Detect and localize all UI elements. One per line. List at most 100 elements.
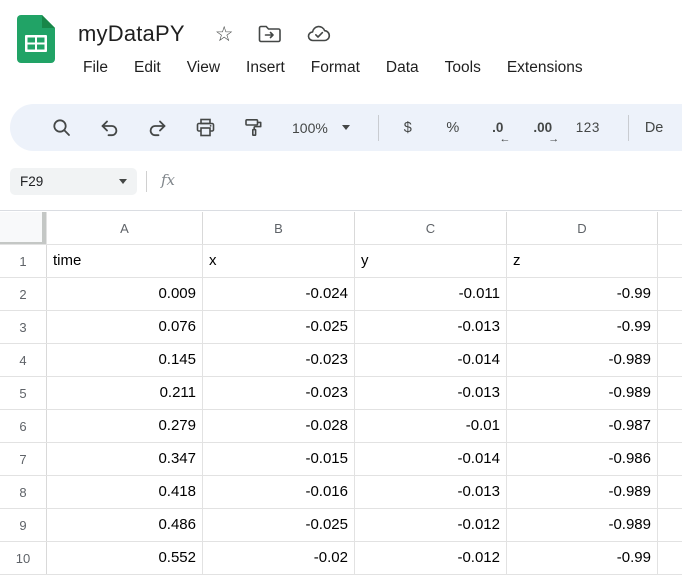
- percent-icon: %: [446, 120, 459, 136]
- cell-E2[interactable]: [658, 278, 682, 310]
- formula-bar-divider: [146, 171, 147, 192]
- cell-C8[interactable]: -0.013: [355, 476, 507, 508]
- row-header-6[interactable]: 6: [0, 410, 47, 442]
- cell-B4[interactable]: -0.023: [203, 344, 355, 376]
- menu-format[interactable]: Format: [298, 54, 373, 82]
- col-header-C[interactable]: C: [355, 212, 507, 244]
- star-icon[interactable]: ☆: [215, 24, 234, 45]
- menu-tools[interactable]: Tools: [432, 54, 494, 82]
- cell-C6[interactable]: -0.01: [355, 410, 507, 442]
- name-box[interactable]: F29: [10, 168, 137, 195]
- fx-icon[interactable]: fx: [161, 171, 175, 189]
- cell-C7[interactable]: -0.014: [355, 443, 507, 475]
- cell-A3[interactable]: 0.076: [47, 311, 203, 343]
- menu-file[interactable]: File: [70, 54, 121, 82]
- cell-D6[interactable]: -0.987: [507, 410, 658, 442]
- row-header-1[interactable]: 1: [0, 245, 47, 277]
- document-title[interactable]: myDataPY: [78, 21, 185, 47]
- decrease-decimal-button[interactable]: .0 ←: [481, 109, 515, 147]
- font-selector[interactable]: De: [645, 120, 664, 136]
- col-header-D[interactable]: D: [507, 212, 658, 244]
- cell-B6[interactable]: -0.028: [203, 410, 355, 442]
- cell-A7[interactable]: 0.347: [47, 443, 203, 475]
- cell-D4[interactable]: -0.989: [507, 344, 658, 376]
- table-row: 3 0.076 -0.025 -0.013 -0.99: [0, 311, 682, 344]
- currency-format-button[interactable]: $: [391, 109, 425, 147]
- menu-edit[interactable]: Edit: [121, 54, 174, 82]
- undo-icon[interactable]: [90, 109, 128, 147]
- table-row: 6 0.279 -0.028 -0.01 -0.987: [0, 410, 682, 443]
- cell-E5[interactable]: [658, 377, 682, 409]
- paint-format-icon[interactable]: [234, 109, 272, 147]
- col-header-A[interactable]: A: [47, 212, 203, 244]
- cell-E10[interactable]: [658, 542, 682, 574]
- row-header-8[interactable]: 8: [0, 476, 47, 508]
- cell-A5[interactable]: 0.211: [47, 377, 203, 409]
- sheets-logo-icon[interactable]: [17, 15, 55, 63]
- menu-view[interactable]: View: [174, 54, 233, 82]
- cell-D5[interactable]: -0.989: [507, 377, 658, 409]
- menu-extensions[interactable]: Extensions: [494, 54, 596, 82]
- cell-E3[interactable]: [658, 311, 682, 343]
- print-icon[interactable]: [186, 109, 224, 147]
- col-header-E[interactable]: [658, 212, 682, 244]
- percent-format-button[interactable]: %: [436, 109, 470, 147]
- number-format-button[interactable]: 123: [571, 109, 605, 147]
- cell-B1[interactable]: x: [203, 245, 355, 277]
- redo-icon[interactable]: [138, 109, 176, 147]
- cell-C3[interactable]: -0.013: [355, 311, 507, 343]
- cell-B8[interactable]: -0.016: [203, 476, 355, 508]
- cell-C9[interactable]: -0.012: [355, 509, 507, 541]
- cell-B3[interactable]: -0.025: [203, 311, 355, 343]
- cell-E6[interactable]: [658, 410, 682, 442]
- cell-C4[interactable]: -0.014: [355, 344, 507, 376]
- menu-insert[interactable]: Insert: [233, 54, 298, 82]
- title-row: myDataPY ☆: [78, 16, 333, 52]
- cell-B5[interactable]: -0.023: [203, 377, 355, 409]
- cell-A2[interactable]: 0.009: [47, 278, 203, 310]
- move-folder-icon[interactable]: [258, 24, 282, 44]
- search-icon[interactable]: [42, 109, 80, 147]
- cell-A10[interactable]: 0.552: [47, 542, 203, 574]
- cell-D9[interactable]: -0.989: [507, 509, 658, 541]
- row-header-5[interactable]: 5: [0, 377, 47, 409]
- cell-C5[interactable]: -0.013: [355, 377, 507, 409]
- cell-E8[interactable]: [658, 476, 682, 508]
- col-header-B[interactable]: B: [203, 212, 355, 244]
- cell-B9[interactable]: -0.025: [203, 509, 355, 541]
- cell-D1[interactable]: z: [507, 245, 658, 277]
- zoom-control[interactable]: 100%: [282, 120, 360, 136]
- cloud-saved-icon[interactable]: [306, 24, 333, 44]
- cell-E7[interactable]: [658, 443, 682, 475]
- increase-decimal-button[interactable]: .00 →: [526, 109, 560, 147]
- table-row: 9 0.486 -0.025 -0.012 -0.989: [0, 509, 682, 542]
- cell-A9[interactable]: 0.486: [47, 509, 203, 541]
- cell-C10[interactable]: -0.012: [355, 542, 507, 574]
- cell-B10[interactable]: -0.02: [203, 542, 355, 574]
- cell-A1[interactable]: time: [47, 245, 203, 277]
- row-header-2[interactable]: 2: [0, 278, 47, 310]
- cell-B2[interactable]: -0.024: [203, 278, 355, 310]
- row-header-4[interactable]: 4: [0, 344, 47, 376]
- cell-D3[interactable]: -0.99: [507, 311, 658, 343]
- row-header-9[interactable]: 9: [0, 509, 47, 541]
- cell-D10[interactable]: -0.99: [507, 542, 658, 574]
- cell-E1[interactable]: [658, 245, 682, 277]
- cell-D2[interactable]: -0.99: [507, 278, 658, 310]
- toolbar-divider: [628, 115, 629, 141]
- cell-A4[interactable]: 0.145: [47, 344, 203, 376]
- cell-E9[interactable]: [658, 509, 682, 541]
- cell-C1[interactable]: y: [355, 245, 507, 277]
- row-header-7[interactable]: 7: [0, 443, 47, 475]
- cell-C2[interactable]: -0.011: [355, 278, 507, 310]
- row-header-10[interactable]: 10: [0, 542, 47, 574]
- cell-B7[interactable]: -0.015: [203, 443, 355, 475]
- menu-data[interactable]: Data: [373, 54, 432, 82]
- cell-D8[interactable]: -0.989: [507, 476, 658, 508]
- cell-E4[interactable]: [658, 344, 682, 376]
- cell-D7[interactable]: -0.986: [507, 443, 658, 475]
- cell-A6[interactable]: 0.279: [47, 410, 203, 442]
- row-header-3[interactable]: 3: [0, 311, 47, 343]
- cell-A8[interactable]: 0.418: [47, 476, 203, 508]
- select-all-corner[interactable]: [0, 212, 47, 244]
